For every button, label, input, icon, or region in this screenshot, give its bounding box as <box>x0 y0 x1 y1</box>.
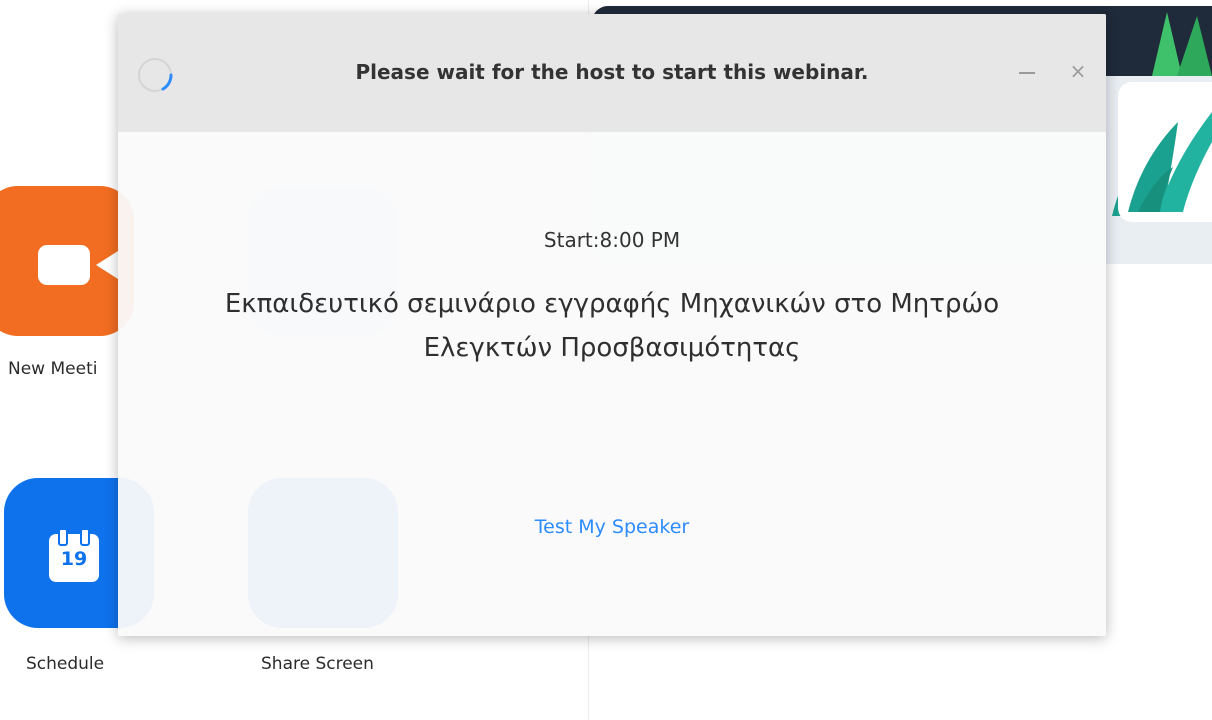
close-icon: × <box>1069 59 1087 83</box>
banner-card <box>1118 82 1212 222</box>
dialog-title: Please wait for the host to start this w… <box>355 60 869 84</box>
calendar-day: 19 <box>60 548 88 570</box>
calendar-ring-left <box>58 528 68 546</box>
webinar-waiting-dialog: Please wait for the host to start this w… <box>118 14 1106 636</box>
minimize-icon <box>1019 72 1035 74</box>
zoom-window: 19 New Meeti Schedule Share Screen Pleas… <box>0 0 1212 720</box>
new-meeting-label: New Meeti <box>8 359 98 379</box>
minimize-button[interactable] <box>1014 58 1040 84</box>
share-screen-label: Share Screen <box>261 654 374 674</box>
calendar-ring-right <box>80 528 90 546</box>
webinar-title: Εκπαιδευτικό σεμινάριο εγγραφής Μηχανικώ… <box>224 289 1000 363</box>
leaf-icon <box>1128 112 1212 212</box>
test-speaker-link[interactable]: Test My Speaker <box>118 516 1106 538</box>
calendar-icon: 19 <box>49 528 107 588</box>
start-time: Start:8:00 PM <box>543 228 681 252</box>
close-button[interactable]: × <box>1065 58 1091 84</box>
schedule-label: Schedule <box>26 654 105 674</box>
dialog-header: Please wait for the host to start this w… <box>118 14 1106 132</box>
